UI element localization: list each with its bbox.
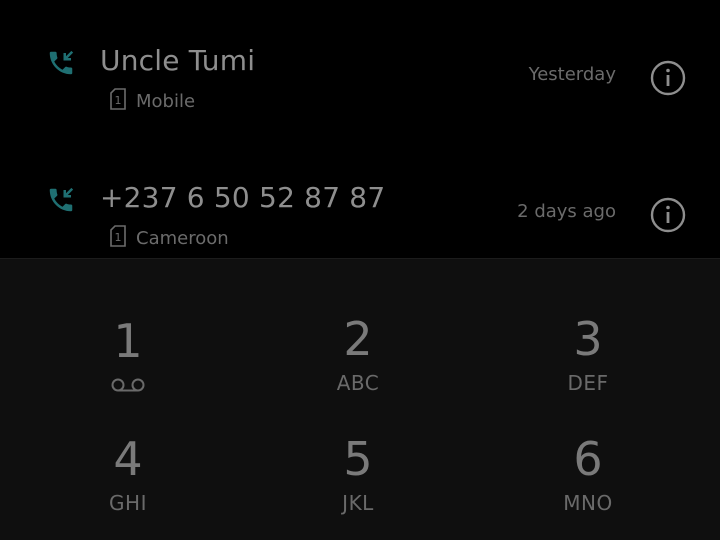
key-letters: MNO xyxy=(563,491,613,515)
call-time: 2 days ago xyxy=(517,201,616,222)
svg-text:1: 1 xyxy=(115,231,122,244)
key-letters: DEF xyxy=(567,371,609,395)
incoming-call-icon xyxy=(49,187,74,212)
contact-name: +237 6 50 52 87 87 xyxy=(100,181,386,214)
call-log-row[interactable]: +237 6 50 52 87 87 1 Cameroon 2 days ago xyxy=(0,137,720,258)
sim-1-icon: 1 xyxy=(110,225,126,247)
dial-key-1[interactable]: 1 xyxy=(58,311,198,411)
key-letters: ABC xyxy=(336,371,380,395)
voicemail-icon xyxy=(111,378,145,392)
dial-pad: 1 2 ABC 3 DEF 4 GHI 5 JKL 6 MNO xyxy=(0,259,720,540)
key-digit: 1 xyxy=(113,314,143,368)
dial-key-3[interactable]: 3 DEF xyxy=(518,309,658,409)
incoming-call-icon xyxy=(49,50,74,75)
key-letters: JKL xyxy=(342,491,374,515)
key-digit: 4 xyxy=(113,432,143,486)
contact-name: Uncle Tumi xyxy=(100,44,256,77)
key-digit: 3 xyxy=(573,312,603,366)
dial-key-6[interactable]: 6 MNO xyxy=(518,429,658,529)
dial-key-4[interactable]: 4 GHI xyxy=(58,429,198,529)
info-icon[interactable] xyxy=(650,197,686,233)
key-letters: GHI xyxy=(109,491,147,515)
svg-text:1: 1 xyxy=(115,94,122,107)
key-digit: 5 xyxy=(343,432,373,486)
dial-key-2[interactable]: 2 ABC xyxy=(288,309,428,409)
sim-1-icon: 1 xyxy=(110,88,126,110)
phone-type-label: Mobile xyxy=(136,91,196,112)
phone-type-label: Cameroon xyxy=(136,228,229,249)
call-log-row[interactable]: Uncle Tumi 1 Mobile Yesterday xyxy=(0,0,720,137)
key-digit: 6 xyxy=(573,432,603,486)
key-digit: 2 xyxy=(343,312,373,366)
dial-key-5[interactable]: 5 JKL xyxy=(288,429,428,529)
call-time: Yesterday xyxy=(528,64,616,85)
info-icon[interactable] xyxy=(650,60,686,96)
